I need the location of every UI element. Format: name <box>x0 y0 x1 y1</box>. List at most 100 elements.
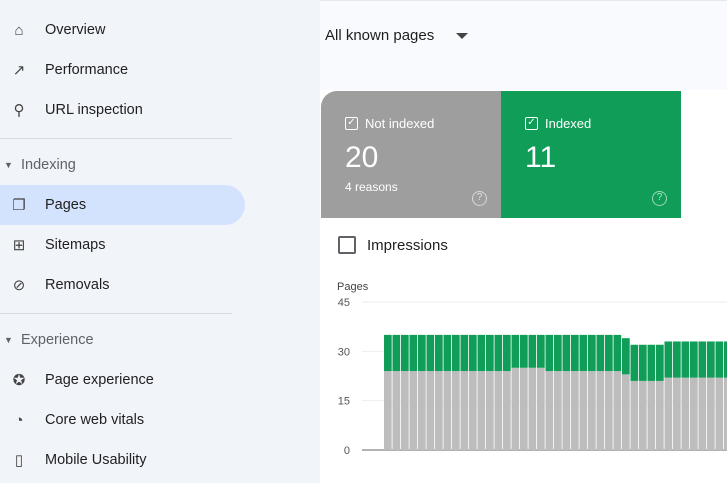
bar-not-indexed <box>562 371 571 450</box>
sitemap-icon: ⊞ <box>12 237 26 254</box>
bar-indexed <box>664 341 673 378</box>
nav-url-inspection[interactable]: ⚲ URL inspection <box>0 90 245 130</box>
bar-indexed <box>418 334 426 372</box>
checkbox-icon <box>338 236 356 254</box>
bar-not-indexed <box>426 371 435 450</box>
sidebar: ⌂ Overview ↗ Performance ⚲ URL inspection ▼… <box>0 0 320 483</box>
y-tick-label: 15 <box>338 396 350 408</box>
bar-indexed <box>647 344 656 381</box>
eye-off-icon: ⊘ <box>12 277 26 294</box>
dropdown-arrow-icon <box>456 32 469 39</box>
bar-indexed <box>452 334 460 372</box>
search-icon: ⚲ <box>13 102 25 119</box>
bar-not-indexed <box>503 371 511 450</box>
impressions-checkbox[interactable]: Impressions <box>338 236 448 254</box>
bar-indexed <box>698 341 707 378</box>
bar-not-indexed <box>384 371 392 450</box>
bar-not-indexed <box>469 371 477 450</box>
bar-indexed <box>715 341 724 378</box>
bar-not-indexed <box>630 380 639 450</box>
checkbox-checked-icon[interactable]: ✓ <box>345 117 358 130</box>
bar-not-indexed <box>460 371 469 450</box>
bar-indexed <box>520 334 528 368</box>
bar-indexed <box>656 344 664 381</box>
bar-not-indexed <box>647 380 656 450</box>
bar-not-indexed <box>409 371 418 450</box>
bar-not-indexed <box>418 371 426 450</box>
checkbox-checked-icon[interactable]: ✓ <box>525 117 538 130</box>
bar-not-indexed <box>656 380 664 450</box>
bar-not-indexed <box>622 374 630 450</box>
help-icon[interactable]: ? <box>472 191 487 206</box>
bar-not-indexed <box>664 377 673 450</box>
bar-not-indexed <box>613 371 622 450</box>
bar-not-indexed <box>435 371 443 450</box>
bar-indexed <box>494 334 503 372</box>
bar-indexed <box>690 341 698 378</box>
bar-not-indexed <box>537 367 545 450</box>
bar-indexed <box>596 334 605 372</box>
main-content: All known pages ✓ Not indexed 20 4 reason… <box>320 0 727 483</box>
bar-indexed <box>528 334 537 368</box>
bar-indexed <box>588 334 596 372</box>
nav-pages[interactable]: ❐ Pages <box>0 185 245 225</box>
not-indexed-reasons: 4 reasons <box>345 180 398 194</box>
nav-performance[interactable]: ↗ Performance <box>0 50 245 90</box>
bar-not-indexed <box>477 371 486 450</box>
bar-not-indexed <box>673 377 681 450</box>
bar-not-indexed <box>639 380 647 450</box>
bar-not-indexed <box>707 377 715 450</box>
bar-indexed <box>622 338 630 375</box>
bar-not-indexed <box>443 371 452 450</box>
bar-indexed <box>579 334 588 372</box>
caret-down-icon: ▼ <box>4 335 13 345</box>
nav-mobile-usability[interactable]: ▯ Mobile Usability <box>0 440 245 480</box>
toolbar: All known pages <box>320 0 727 90</box>
bar-not-indexed <box>554 371 562 450</box>
pages-filter-dropdown[interactable]: All known pages <box>325 27 469 44</box>
bar-not-indexed <box>605 371 613 450</box>
nav-page-experience[interactable]: ✪ Page experience <box>0 360 245 400</box>
bar-indexed <box>613 334 622 372</box>
nav-core-web-vitals[interactable]: ◔ Core web vitals <box>0 400 245 440</box>
bar-not-indexed <box>520 367 528 450</box>
bar-not-indexed <box>715 377 724 450</box>
phone-icon: ▯ <box>14 452 24 469</box>
bar-not-indexed <box>579 371 588 450</box>
bar-not-indexed <box>588 371 596 450</box>
nav-removals[interactable]: ⊘ Removals <box>0 265 245 305</box>
bar-indexed <box>384 334 392 372</box>
indexed-card[interactable]: ✓ Indexed 11 ? <box>501 91 681 218</box>
y-tick-label: 45 <box>338 297 350 309</box>
bar-not-indexed <box>392 371 401 450</box>
divider <box>0 138 232 139</box>
bar-indexed <box>435 334 443 372</box>
bar-indexed <box>460 334 469 372</box>
bar-indexed <box>443 334 452 372</box>
pages-icon: ❐ <box>12 197 26 214</box>
not-indexed-card[interactable]: ✓ Not indexed 20 4 reasons ? <box>321 91 501 218</box>
bar-indexed <box>562 334 571 372</box>
bar-not-indexed <box>511 367 520 450</box>
star-badge-icon: ✪ <box>12 372 26 389</box>
nav-sitemaps[interactable]: ⊞ Sitemaps <box>0 225 245 265</box>
bar-indexed <box>639 344 647 381</box>
bar-indexed <box>681 341 690 378</box>
bar-indexed <box>392 334 401 372</box>
bar-indexed <box>630 344 639 381</box>
bar-indexed <box>469 334 477 372</box>
trending-icon: ↗ <box>12 62 26 79</box>
bar-indexed <box>486 334 494 372</box>
bar-not-indexed <box>528 367 537 450</box>
caret-down-icon: ▼ <box>4 160 13 170</box>
bar-not-indexed <box>452 371 460 450</box>
y-tick-label: 0 <box>344 445 350 457</box>
help-icon[interactable]: ? <box>652 191 667 206</box>
bar-not-indexed <box>401 371 409 450</box>
indexed-count: 11 <box>525 141 557 174</box>
nav-overview[interactable]: ⌂ Overview <box>0 10 245 50</box>
bar-not-indexed <box>571 371 579 450</box>
bar-indexed <box>545 334 554 372</box>
y-axis-label: Pages <box>337 281 369 293</box>
divider <box>0 313 232 314</box>
